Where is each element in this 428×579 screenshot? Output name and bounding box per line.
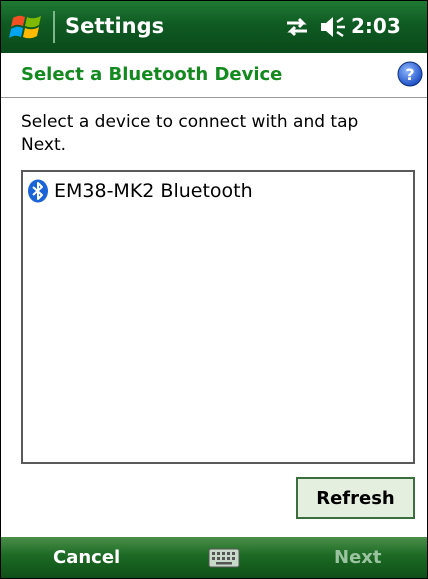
- windows-flag-icon: [9, 15, 41, 39]
- cancel-softkey[interactable]: Cancel: [53, 547, 120, 568]
- start-button[interactable]: [7, 7, 47, 47]
- svg-text:?: ?: [405, 65, 414, 84]
- app-title: Settings: [65, 14, 165, 38]
- clock[interactable]: 2:03: [351, 14, 401, 38]
- softkey-bar: Cancel Next: [1, 537, 427, 578]
- screen: Settings 2:03 Select a Bluetooth Device …: [0, 0, 428, 579]
- device-label: EM38-MK2 Bluetooth: [54, 180, 253, 202]
- refresh-button[interactable]: Refresh: [296, 477, 415, 519]
- bluetooth-icon: [28, 179, 48, 203]
- page-title: Select a Bluetooth Device: [21, 64, 283, 85]
- volume-icon[interactable]: [319, 14, 349, 40]
- list-item[interactable]: EM38-MK2 Bluetooth: [26, 177, 253, 205]
- help-icon[interactable]: ?: [397, 61, 423, 87]
- instruction-text: Select a device to connect with and tap …: [21, 112, 359, 155]
- next-softkey[interactable]: Next: [334, 547, 382, 568]
- keyboard-icon[interactable]: [208, 547, 240, 569]
- page-header: Select a Bluetooth Device ?: [1, 53, 427, 98]
- title-separator: [53, 11, 55, 43]
- connectivity-icon[interactable]: [283, 14, 311, 40]
- device-list[interactable]: EM38-MK2 Bluetooth: [21, 170, 415, 464]
- title-bar: Settings 2:03: [1, 1, 427, 53]
